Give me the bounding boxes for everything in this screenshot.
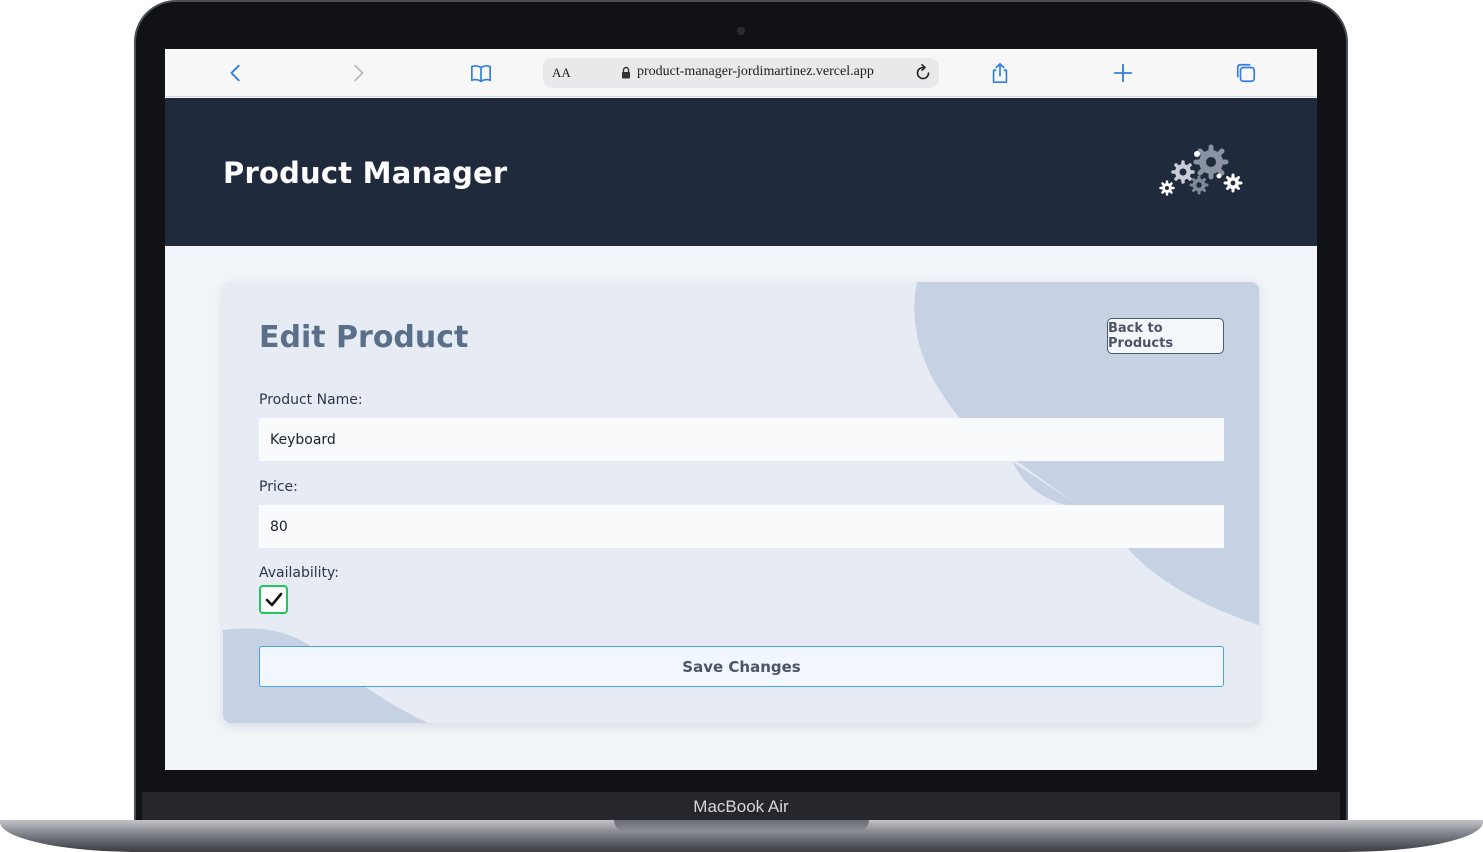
- chevron-left-icon: [230, 64, 240, 82]
- lock-icon: [622, 66, 630, 79]
- forward-nav-button[interactable]: [346, 61, 370, 85]
- back-to-products-button[interactable]: Back to Products: [1107, 318, 1224, 354]
- back-nav-button[interactable]: [224, 61, 248, 85]
- availability-checkbox[interactable]: [259, 585, 288, 614]
- checkmark-icon: [265, 592, 282, 606]
- reload-icon[interactable]: [913, 63, 933, 83]
- edit-product-card: Edit Product Back to Products Product Na…: [223, 282, 1259, 723]
- device-label: MacBook Air: [693, 797, 789, 816]
- plus-icon: [1113, 63, 1133, 83]
- tabs-icon: [1236, 63, 1256, 83]
- gears-icon: [1159, 144, 1243, 196]
- app-header: Product Manager: [165, 98, 1317, 246]
- product-name-label: Product Name:: [259, 392, 363, 408]
- availability-label: Availability:: [259, 565, 340, 581]
- new-tab-button[interactable]: [1111, 61, 1135, 85]
- share-button[interactable]: [988, 61, 1012, 85]
- bookmarks-button[interactable]: [469, 61, 493, 85]
- page-title: Edit Product: [259, 320, 469, 355]
- price-label: Price:: [259, 479, 298, 495]
- browser-toolbar: AA product-manager-jordimartinez.vercel.…: [165, 49, 1317, 97]
- product-name-input[interactable]: [259, 418, 1224, 461]
- text-size-button[interactable]: AA: [552, 65, 571, 81]
- save-changes-button[interactable]: Save Changes: [259, 646, 1224, 687]
- laptop-notch: [614, 820, 869, 832]
- laptop-chin: MacBook Air: [142, 792, 1340, 822]
- book-icon: [471, 65, 491, 83]
- price-input[interactable]: [259, 505, 1224, 548]
- address-bar[interactable]: AA product-manager-jordimartinez.vercel.…: [543, 58, 939, 88]
- tabs-overview-button[interactable]: [1234, 61, 1258, 85]
- screen: AA product-manager-jordimartinez.vercel.…: [165, 49, 1317, 770]
- url-text: product-manager-jordimartinez.vercel.app: [637, 64, 874, 79]
- chevron-right-icon: [354, 64, 364, 82]
- app-title: Product Manager: [223, 156, 508, 190]
- webcam: [737, 27, 745, 35]
- share-icon: [992, 63, 1008, 83]
